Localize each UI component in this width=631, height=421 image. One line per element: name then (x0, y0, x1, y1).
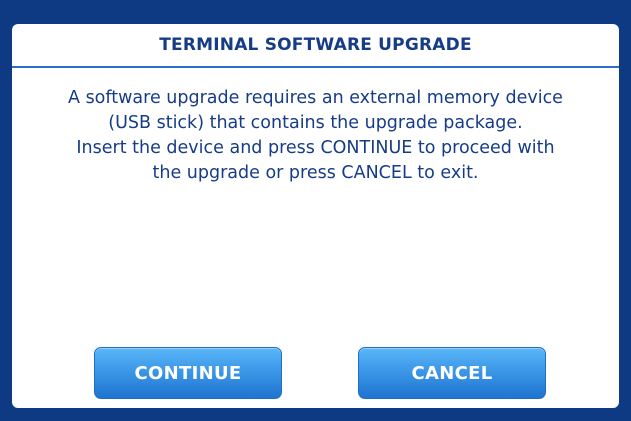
dialog-title: TERMINAL SOFTWARE UPGRADE (159, 35, 472, 55)
screen-background: TERMINAL SOFTWARE UPGRADE A software upg… (0, 0, 631, 421)
continue-button[interactable]: CONTINUE (94, 347, 282, 399)
continue-button-label: CONTINUE (134, 362, 242, 384)
cancel-button-label: CANCEL (411, 362, 493, 384)
cancel-button[interactable]: CANCEL (358, 347, 546, 399)
upgrade-dialog: TERMINAL SOFTWARE UPGRADE A software upg… (12, 24, 619, 408)
message-line: (USB stick) that contains the upgrade pa… (108, 113, 523, 133)
dialog-message: A software upgrade requires an external … (12, 86, 619, 186)
dialog-header: TERMINAL SOFTWARE UPGRADE (12, 24, 619, 68)
message-line: Insert the device and press CONTINUE to … (76, 138, 555, 158)
message-line: the upgrade or press CANCEL to exit. (152, 163, 479, 183)
message-line: A software upgrade requires an external … (68, 88, 563, 108)
